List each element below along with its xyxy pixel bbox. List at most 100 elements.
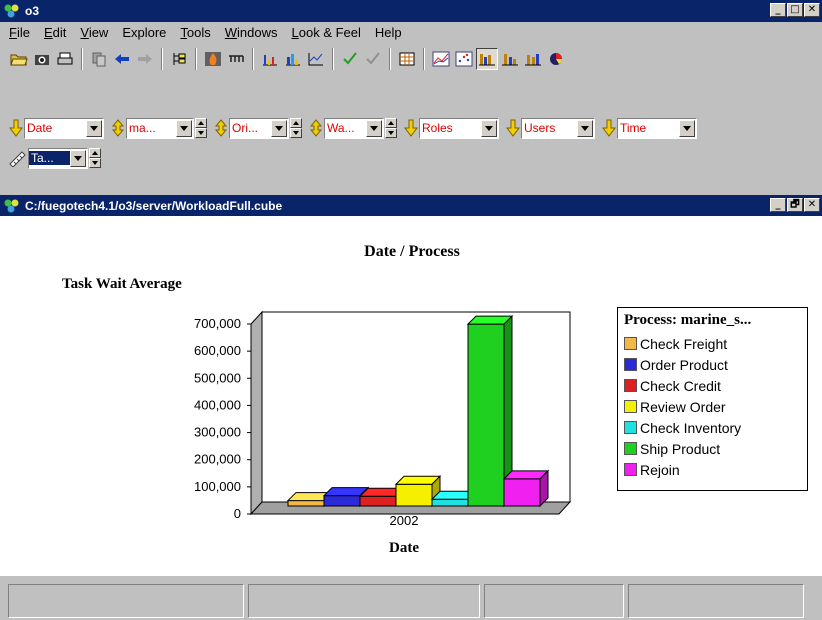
dimension-dropdown[interactable]: Wa... (324, 117, 384, 139)
legend-label: Check Inventory (640, 419, 742, 436)
dimension-dropdown[interactable]: Time (617, 117, 697, 139)
x-axis-label: Date (389, 540, 419, 556)
drill-down-icon[interactable] (505, 118, 521, 138)
menu-label: ools (186, 24, 211, 40)
menu-item[interactable]: File (2, 25, 37, 40)
dimension-selector: Ori... (213, 117, 302, 139)
forward-arrow-button[interactable] (134, 48, 156, 70)
dimension-dropdown[interactable]: Users (521, 117, 595, 139)
dimension-dropdown[interactable]: Ori... (229, 117, 289, 139)
column-chart-button[interactable] (522, 48, 544, 70)
legend-item[interactable]: Check Credit (624, 375, 801, 396)
forward-arrow-icon (136, 51, 154, 67)
bar3d-chart-button[interactable] (476, 48, 498, 70)
dimension-dropdown[interactable]: ma... (126, 117, 194, 139)
order-spinner[interactable] (89, 148, 101, 168)
spin-up-button[interactable] (385, 118, 397, 128)
spin-up-button[interactable] (195, 118, 207, 128)
dimension-selector: Roles (403, 117, 499, 139)
bar-rejoin[interactable] (502, 469, 550, 508)
spin-down-button[interactable] (89, 158, 101, 168)
legend-item[interactable]: Ship Product (624, 438, 801, 459)
dropdown-arrow-button[interactable] (577, 119, 593, 137)
back-arrow-button[interactable] (111, 48, 133, 70)
dimension-dropdown[interactable]: Ta... (28, 147, 88, 169)
camera-button[interactable] (31, 48, 53, 70)
spin-down-button[interactable] (195, 128, 207, 138)
dropdown-arrow-button[interactable] (366, 119, 382, 137)
dropdown-arrow-button[interactable] (679, 119, 695, 137)
drill-updown-icon[interactable] (213, 118, 229, 138)
dropdown-arrow-button[interactable] (271, 119, 287, 137)
menu-item[interactable]: Tools (173, 25, 217, 40)
check-outline-button[interactable] (362, 48, 384, 70)
drill-updown-icon[interactable] (110, 118, 126, 138)
stacked-bar-button[interactable] (499, 48, 521, 70)
bar-chart-button[interactable] (259, 48, 281, 70)
dropdown-arrow-button[interactable] (70, 149, 86, 167)
legend-item[interactable]: Check Freight (624, 333, 801, 354)
legend-label: Check Freight (640, 335, 728, 352)
pie-chart-button[interactable] (545, 48, 567, 70)
legend-item[interactable]: Order Product (624, 354, 801, 375)
menu-mnemonic: E (43, 24, 53, 40)
toolbar-separator (252, 48, 254, 70)
legend-item[interactable]: Rejoin (624, 459, 801, 480)
menu-item[interactable]: Help (368, 25, 409, 40)
dimension-dropdown[interactable]: Date (24, 117, 104, 139)
dimension-dropdown[interactable]: Roles (419, 117, 499, 139)
drill-updown-icon[interactable] (308, 118, 324, 138)
maximize-button[interactable]: □ (787, 3, 803, 17)
menu-item[interactable]: Explore (115, 25, 173, 40)
legend-item[interactable]: Review Order (624, 396, 801, 417)
menu-item[interactable]: View (73, 25, 115, 40)
chain-button[interactable] (225, 48, 247, 70)
menu-item[interactable]: Look & Feel (285, 25, 368, 40)
print-button[interactable] (54, 48, 76, 70)
dimension-selector: Wa... (308, 117, 397, 139)
spin-down-button[interactable] (385, 128, 397, 138)
dropdown-arrow-button[interactable] (176, 119, 192, 137)
menu-item[interactable]: Edit (37, 25, 73, 40)
y-tick-label: 600,000 (194, 343, 241, 358)
cube-restore-button[interactable]: 🗗 (787, 198, 803, 212)
line-chart-button[interactable] (430, 48, 452, 70)
open-folder-icon (10, 51, 28, 67)
fire-button[interactable] (202, 48, 224, 70)
grouped-bar-button[interactable] (282, 48, 304, 70)
dropdown-arrow-button[interactable] (481, 119, 497, 137)
toolbar-separator (161, 48, 163, 70)
check-outline-icon (364, 51, 382, 67)
cube-close-button[interactable]: ✕ (804, 198, 820, 212)
drill-down-icon[interactable] (8, 118, 24, 138)
order-spinner[interactable] (195, 118, 207, 138)
chevron-down-icon (180, 125, 188, 131)
tree-button[interactable] (168, 48, 190, 70)
order-spinner[interactable] (290, 118, 302, 138)
menu-item[interactable]: Windows (218, 25, 285, 40)
y-tick-label: 400,000 (194, 397, 241, 412)
y-tick-label: 300,000 (194, 425, 241, 440)
dimension-selector: Date (8, 117, 104, 139)
dimension-value: Time (620, 121, 647, 135)
legend-item[interactable]: Check Inventory (624, 417, 801, 438)
scatter-chart-button[interactable] (453, 48, 475, 70)
drill-down-icon[interactable] (601, 118, 617, 138)
check-button[interactable] (339, 48, 361, 70)
order-spinner[interactable] (385, 118, 397, 138)
grid-button[interactable] (396, 48, 418, 70)
drill-down-icon[interactable] (403, 118, 419, 138)
app-titlebar: o3 _ □ ✕ (0, 0, 822, 22)
ruler-icon[interactable] (8, 148, 28, 168)
open-folder-button[interactable] (8, 48, 30, 70)
minimize-button[interactable]: _ (770, 3, 786, 17)
line-step-button[interactable] (305, 48, 327, 70)
check-icon (341, 51, 359, 67)
spin-down-button[interactable] (290, 128, 302, 138)
close-button[interactable]: ✕ (804, 3, 820, 17)
spin-up-button[interactable] (89, 148, 101, 158)
spin-up-button[interactable] (290, 118, 302, 128)
copy-button[interactable] (88, 48, 110, 70)
cube-minimize-button[interactable]: _ (770, 198, 786, 212)
dropdown-arrow-button[interactable] (86, 119, 102, 137)
